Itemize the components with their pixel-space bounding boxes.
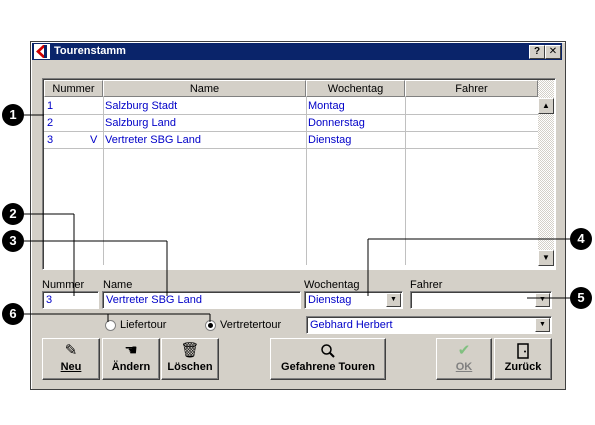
- callout-marker: 1: [2, 104, 24, 126]
- callout-marker: 6: [2, 303, 24, 325]
- callout-marker: 5: [570, 287, 592, 309]
- callout-marker: 4: [570, 228, 592, 250]
- callout-marker: 2: [2, 203, 24, 225]
- callout-lines: [24, 114, 570, 322]
- callout-marker: 3: [2, 230, 24, 252]
